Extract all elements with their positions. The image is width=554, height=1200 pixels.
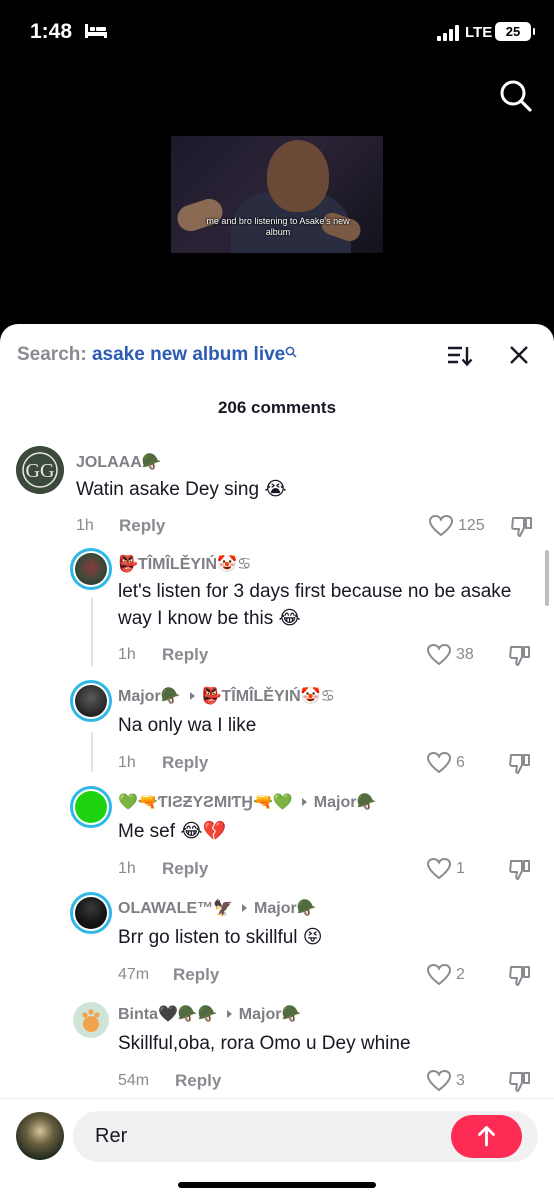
- reply-item: OLAWALE™🦅 Major🪖 Brr go listen to skillfu…: [0, 892, 554, 992]
- avatar[interactable]: [73, 1002, 109, 1038]
- reply-to-arrow-icon: [226, 1010, 232, 1019]
- heart-icon[interactable]: [427, 858, 451, 880]
- status-bar: 1:48 LTE 25: [0, 0, 554, 70]
- reply-button[interactable]: Reply: [162, 645, 208, 665]
- comment-username[interactable]: Binta🖤🪖🪖 Major🪖: [118, 1004, 301, 1024]
- comment-text: Skillful,oba, rora Omo u Dey whine: [118, 1033, 411, 1054]
- reply-button[interactable]: Reply: [173, 965, 219, 985]
- comment-username[interactable]: 👺TÎMÎLĚYIŃ🤡♋: [118, 554, 251, 574]
- reply-to-arrow-icon: [189, 692, 195, 701]
- reply-item: Major🪖 👺TÎMÎLĚYIŃ🤡♋ Na only wa I like 1h …: [0, 680, 554, 780]
- search-suggestion[interactable]: Search: asake new album live: [17, 344, 297, 366]
- like-count: 125: [458, 517, 485, 534]
- comment-text: let's listen for 3 days first because no…: [118, 581, 512, 629]
- comment-text: Me sef 😂💔: [118, 821, 227, 842]
- search-icon: [285, 346, 297, 358]
- video-caption: me and bro listening to Asake's new albu…: [206, 216, 350, 237]
- comment-username[interactable]: JOLAAA🪖: [76, 452, 162, 472]
- arrow-up-icon: [478, 1126, 495, 1147]
- svg-text:GG: GG: [26, 460, 55, 482]
- reply-button[interactable]: Reply: [119, 516, 165, 536]
- dislike-icon[interactable]: [509, 965, 531, 987]
- heart-icon[interactable]: [427, 644, 451, 666]
- like-count: 3: [456, 1072, 465, 1089]
- heart-icon[interactable]: [427, 1070, 451, 1092]
- dislike-icon[interactable]: [509, 645, 531, 667]
- comment-input-value[interactable]: Rer: [95, 1125, 127, 1148]
- like-count: 38: [456, 646, 474, 663]
- status-time: 1:48: [30, 20, 73, 43]
- sort-icon[interactable]: [447, 344, 473, 368]
- signal-icon: [437, 25, 459, 41]
- comment-username[interactable]: Major🪖 👺TÎMÎLĚYIŃ🤡♋: [118, 686, 335, 706]
- close-icon[interactable]: [508, 344, 530, 366]
- comment-time: 47m: [118, 966, 150, 983]
- comment-time: 1h: [118, 754, 136, 771]
- comment-username-text[interactable]: OLAWALE™🦅: [118, 900, 233, 917]
- reply-to-username[interactable]: 👺TÎMÎLĚYIŃ🤡♋: [202, 688, 335, 705]
- reply-item: Binta🖤🪖🪖 Major🪖 Skillful,oba, rora Omo u …: [0, 998, 554, 1098]
- comment-username[interactable]: OLAWALE™🦅 Major🪖: [118, 898, 317, 918]
- dislike-icon[interactable]: [511, 516, 533, 538]
- like-count: 6: [456, 754, 465, 771]
- reply-to-username[interactable]: Major🪖: [254, 900, 317, 917]
- scrollbar[interactable]: [545, 550, 549, 606]
- reply-button[interactable]: Reply: [162, 753, 208, 773]
- avatar[interactable]: [70, 786, 112, 828]
- reply-to-username[interactable]: Major🪖: [239, 1006, 302, 1023]
- dislike-icon[interactable]: [509, 859, 531, 881]
- dislike-icon[interactable]: [509, 1071, 531, 1093]
- heart-icon[interactable]: [429, 515, 453, 537]
- comment-text: Brr go listen to skillful 😝: [118, 927, 323, 948]
- comment-count: 206 comments: [217, 398, 337, 417]
- comment-username-text[interactable]: Binta🖤🪖🪖: [118, 1006, 218, 1023]
- dislike-icon[interactable]: [509, 753, 531, 775]
- comment-composer: Rer: [0, 1098, 554, 1200]
- avatar[interactable]: GG: [16, 446, 64, 494]
- comment-text: Na only wa I like: [118, 715, 257, 736]
- reply-button[interactable]: Reply: [162, 859, 208, 879]
- reply-item: 💚🔫ƬIƧƵYƧMIƬӇ🔫💚 Major🪖 Me sef 😂💔 1h Reply …: [0, 786, 554, 886]
- like-count: 1: [456, 860, 465, 877]
- search-label: Search:: [17, 344, 87, 365]
- comment-input[interactable]: Rer: [73, 1111, 538, 1162]
- comment-username-text[interactable]: 💚🔫ƬIƧƵYƧMIƬӇ🔫💚: [118, 794, 293, 811]
- avatar[interactable]: [70, 680, 112, 722]
- video-preview[interactable]: me and bro listening to Asake's new albu…: [171, 136, 383, 253]
- bed-icon: [85, 24, 107, 38]
- default-avatar-icon: [82, 1009, 100, 1032]
- reply-button[interactable]: Reply: [175, 1071, 221, 1091]
- search-icon[interactable]: [498, 78, 534, 114]
- like-count: 2: [456, 966, 465, 983]
- search-query[interactable]: asake new album live: [92, 344, 285, 365]
- comment-username[interactable]: 💚🔫ƬIƧƵYƧMIƬӇ🔫💚 Major🪖: [118, 792, 376, 812]
- reply-to-username[interactable]: Major🪖: [314, 794, 377, 811]
- comment-text: Watin asake Dey sing 😭: [76, 479, 287, 500]
- reply-item: 👺TÎMÎLĚYIŃ🤡♋ let's listen for 3 days fir…: [0, 548, 554, 668]
- comment-time: 1h: [118, 646, 136, 663]
- logo-avatar-icon: GG: [16, 446, 64, 494]
- home-indicator: [178, 1182, 376, 1188]
- comment-item: GG JOLAAA🪖 Watin asake Dey sing 😭 1h Rep…: [0, 446, 554, 546]
- avatar[interactable]: [70, 548, 112, 590]
- heart-icon[interactable]: [427, 964, 451, 986]
- battery-icon: 25: [495, 22, 535, 41]
- comments-sheet: Search: asake new album live 206 comment…: [0, 324, 554, 1200]
- reply-to-arrow-icon: [242, 904, 248, 913]
- comment-time: 54m: [118, 1072, 150, 1089]
- video-figure-head: [267, 140, 329, 212]
- my-avatar[interactable]: [16, 1112, 64, 1160]
- network-label: LTE: [465, 24, 493, 41]
- comment-time: 1h: [118, 860, 136, 877]
- send-button[interactable]: [451, 1115, 522, 1158]
- heart-icon[interactable]: [427, 752, 451, 774]
- avatar[interactable]: [70, 892, 112, 934]
- comment-username-text[interactable]: Major🪖: [118, 688, 181, 705]
- comment-time: 1h: [76, 517, 94, 534]
- reply-to-arrow-icon: [301, 798, 307, 807]
